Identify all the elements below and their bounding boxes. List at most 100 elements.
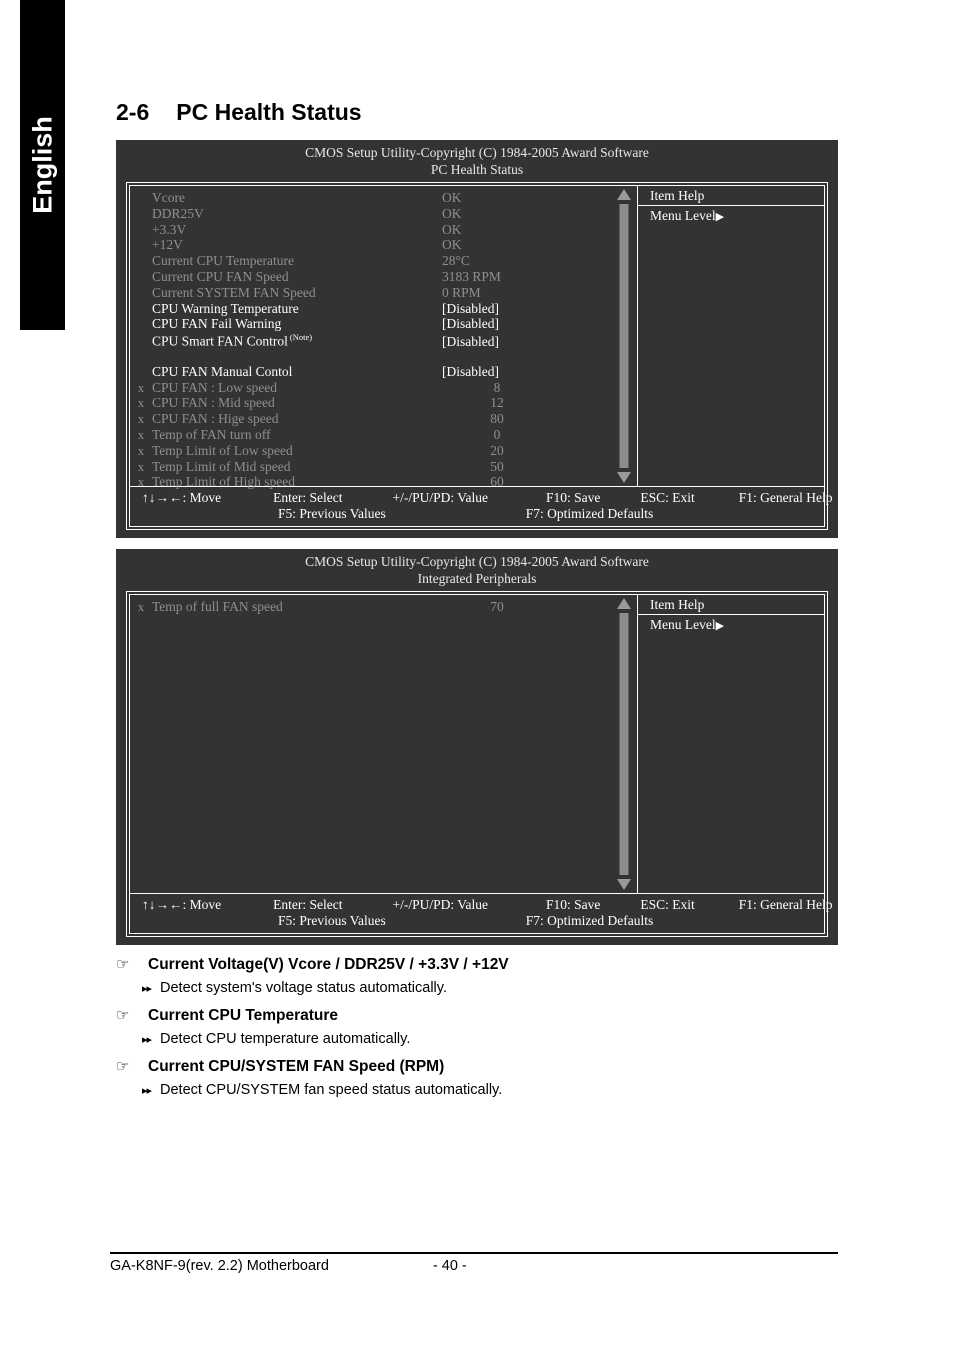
chevron-right-icon: ▶ (715, 211, 725, 223)
scroll-down-arrow-icon[interactable] (617, 472, 631, 483)
bios-row[interactable]: x Temp of FAN turn off 0 (130, 427, 611, 443)
bios-row[interactable]: +3.3V OK (130, 222, 611, 238)
legend-move: ↑↓→←: Move (142, 897, 222, 912)
bios-row-spacer (130, 348, 611, 364)
row-label: CPU FAN : Mid speed (152, 395, 275, 411)
row-label: Temp Limit of High speed (152, 474, 296, 490)
bios-settings-list: Vcore OK DDR25V OK +3.3V OK +12V OK Curr… (130, 186, 611, 489)
bios-row[interactable]: Current CPU FAN Speed 3183 RPM (130, 269, 611, 285)
row-label: Current CPU FAN Speed (152, 268, 289, 284)
scrollbar[interactable] (611, 595, 637, 893)
row-label: CPU FAN : Low speed (152, 379, 278, 395)
item-help-title: Item Help (638, 186, 824, 206)
row-value: OK (442, 205, 462, 221)
row-label: CPU Smart FAN Control (Note) (152, 332, 442, 350)
bios-row[interactable]: x CPU FAN : Low speed 8 (130, 380, 611, 396)
row-value: 20 (490, 442, 504, 458)
row-label: CPU FAN Manual Contol (152, 363, 293, 379)
row-value: OK (442, 221, 462, 237)
page-footer: GA-K8NF-9(rev. 2.2) Motherboard - 40 - (110, 1258, 870, 1274)
bios-row[interactable]: CPU FAN Manual Contol [Disabled] (130, 364, 611, 380)
row-label: Temp of FAN turn off (152, 426, 271, 442)
description-detail-text: Detect system's voltage status automatic… (160, 980, 447, 996)
legend-previous-values: F5: Previous Values (278, 913, 386, 928)
description-heading: ☞ Current CPU Temperature (116, 1006, 876, 1025)
bios-row[interactable]: Current CPU Temperature 28°C (130, 253, 611, 269)
description-detail: ▸▸ Detect CPU/SYSTEM fan speed status au… (116, 1082, 876, 1098)
bios-row[interactable]: CPU Smart FAN Control (Note) [Disabled] (130, 332, 611, 350)
section-title: PC Health Status (176, 99, 362, 125)
menu-level: Menu Level▶ (638, 615, 824, 633)
row-mark: x (137, 412, 145, 427)
scroll-down-arrow-icon[interactable] (617, 879, 631, 890)
legend-save: F10: Save (545, 897, 601, 912)
bios-row[interactable]: Vcore OK (130, 190, 611, 206)
double-triangle-icon: ▸▸ (142, 983, 152, 995)
bios-row[interactable]: CPU Warning Temperature [Disabled] (130, 301, 611, 317)
scrollbar[interactable] (611, 186, 637, 486)
row-value: [Disabled] (442, 300, 499, 316)
row-label: Temp of full FAN speed (152, 599, 283, 614)
row-mark: x (137, 459, 145, 474)
row-value: [Disabled] (442, 333, 499, 349)
bios-row[interactable]: DDR25V OK (130, 206, 611, 222)
row-label: Current CPU Temperature (152, 253, 295, 269)
bios-title-line-2: PC Health Status (430, 162, 524, 177)
legend-optimized-defaults: F7: Optimized Defaults (525, 913, 654, 928)
row-value: [Disabled] (442, 316, 499, 332)
bios-row[interactable]: x CPU FAN : Mid speed 12 (130, 395, 611, 411)
hand-pointer-icon: ☞ (116, 1058, 130, 1075)
double-triangle-icon: ▸▸ (142, 1034, 152, 1046)
footer-divider (110, 1252, 838, 1254)
row-value: 28°C (442, 253, 470, 269)
description-list: ☞ Current Voltage(V) Vcore / DDR25V / +3… (116, 955, 876, 1108)
bios-row[interactable]: CPU FAN Fail Warning [Disabled] (130, 316, 611, 332)
scrollbar-thumb[interactable] (619, 204, 629, 468)
bios-row[interactable]: Current SYSTEM FAN Speed 0 RPM (130, 285, 611, 301)
row-label: CPU Warning Temperature (152, 300, 299, 316)
row-label: +12V (152, 237, 183, 253)
bios-screen-integrated-peripherals: CMOS Setup Utility-Copyright (C) 1984-20… (116, 549, 838, 945)
row-value: 60 (490, 474, 504, 490)
row-label: Temp Limit of Mid speed (152, 458, 291, 474)
menu-level: Menu Level▶ (638, 206, 824, 224)
scrollbar-thumb[interactable] (619, 613, 629, 875)
double-triangle-icon: ▸▸ (142, 1085, 152, 1097)
description-detail: ▸▸ Detect CPU temperature automatically. (116, 1031, 876, 1047)
legend-exit: ESC: Exit (640, 897, 695, 912)
bios-row[interactable]: x CPU FAN : Hige speed 80 (130, 411, 611, 427)
scroll-up-arrow-icon[interactable] (617, 189, 631, 200)
page-title: 2-6 PC Health Status (116, 99, 362, 126)
bios-row[interactable]: x Temp Limit of High speed 60 (130, 474, 611, 490)
description-detail: ▸▸ Detect system's voltage status automa… (116, 980, 876, 996)
bios-row[interactable]: x Temp of full FAN speed 70 (130, 599, 611, 615)
bios-title: CMOS Setup Utility-Copyright (C) 1984-20… (116, 549, 838, 587)
row-value: OK (442, 237, 462, 253)
hand-pointer-icon: ☞ (116, 1007, 130, 1024)
legend-general-help: F1: General Help (738, 897, 833, 912)
chevron-right-icon: ▶ (715, 620, 725, 632)
row-label: Current SYSTEM FAN Speed (152, 284, 316, 300)
key-legend: ↑↓→←: Move Enter: Select +/-/PU/PD: Valu… (130, 486, 833, 526)
row-mark: x (137, 396, 145, 411)
bios-row[interactable]: x Temp Limit of Low speed 20 (130, 443, 611, 459)
row-value: 12 (490, 395, 504, 411)
bios-frame: x Temp of full FAN speed 70 Item Help Me… (126, 591, 833, 937)
scroll-up-arrow-icon[interactable] (617, 598, 631, 609)
legend-general-help: F1: General Help (738, 490, 833, 505)
row-label: CPU FAN Fail Warning (152, 316, 282, 332)
row-note-superscript: (Note) (289, 332, 313, 343)
row-label: Vcore (152, 190, 185, 205)
bios-row[interactable]: x Temp Limit of Mid speed 50 (130, 459, 611, 475)
bios-frame: Vcore OK DDR25V OK +3.3V OK +12V OK Curr… (126, 182, 833, 530)
description-detail-text: Detect CPU/SYSTEM fan speed status autom… (160, 1082, 503, 1098)
bios-settings-list: x Temp of full FAN speed 70 (130, 595, 611, 893)
bios-row[interactable]: +12V OK (130, 237, 611, 253)
key-legend: ↑↓→←: Move Enter: Select +/-/PU/PD: Valu… (130, 893, 833, 933)
bios-title-line-2: Integrated Peripherals (417, 571, 537, 586)
row-value: OK (442, 190, 462, 205)
legend-select: Enter: Select (273, 490, 343, 505)
bios-screen-pc-health-status: CMOS Setup Utility-Copyright (C) 1984-20… (116, 140, 838, 538)
legend-optimized-defaults: F7: Optimized Defaults (525, 506, 654, 521)
language-tab-label: English (27, 116, 57, 214)
